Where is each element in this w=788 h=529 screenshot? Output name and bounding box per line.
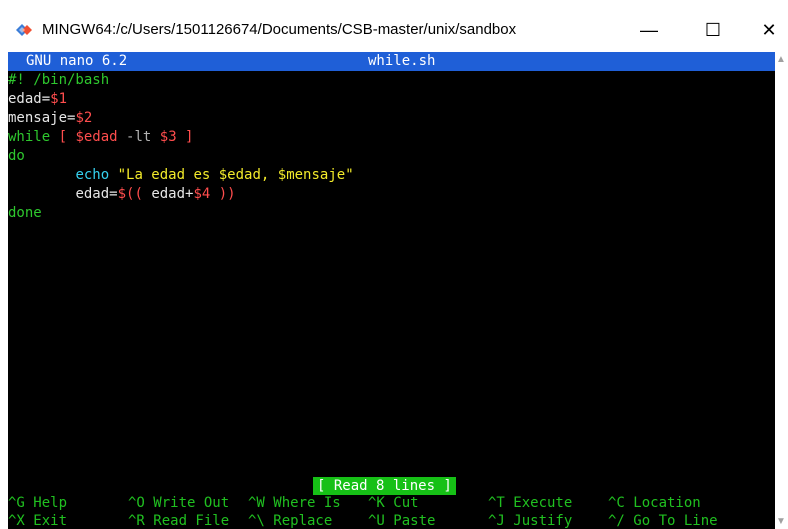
shortcut-label: Read File bbox=[144, 513, 230, 529]
shortcut-key: ^J bbox=[488, 513, 505, 529]
code-line: do bbox=[8, 147, 775, 166]
command-echo: echo bbox=[75, 167, 110, 183]
shortcut-label: Execute bbox=[504, 495, 573, 511]
bracket-close: ] bbox=[176, 129, 194, 145]
shortcut-replace[interactable]: ^\ Replace bbox=[248, 512, 332, 529]
shortcut-key: ^C bbox=[608, 495, 625, 511]
string-var-edad: $edad bbox=[218, 167, 261, 183]
scroll-down-arrow-icon[interactable]: ▼ bbox=[776, 516, 786, 527]
nano-header: GNU nano 6.2 while.sh bbox=[8, 52, 775, 71]
shortcut-key: ^O bbox=[128, 495, 145, 511]
nano-version: GNU nano 6.2 bbox=[26, 53, 128, 69]
string-end: " bbox=[345, 167, 354, 183]
keyword-do: do bbox=[8, 148, 25, 164]
code-line: while [ $edad -lt $3 ] bbox=[8, 128, 775, 147]
arith-expr: edad+ bbox=[151, 186, 194, 202]
shortcut-label: Help bbox=[24, 495, 68, 511]
scrollbar[interactable]: ▲ ▼ bbox=[775, 52, 788, 529]
window-title: MINGW64:/c/Users/1501126674/Documents/CS… bbox=[42, 21, 517, 38]
shortcut-location[interactable]: ^C Location bbox=[608, 494, 701, 512]
file-name: while.sh bbox=[368, 53, 436, 69]
shortcut-exit[interactable]: ^X Exit bbox=[8, 512, 67, 529]
arg-3: $3 bbox=[159, 129, 177, 145]
bracket-open: [ bbox=[50, 129, 76, 145]
shortcut-key: ^G bbox=[8, 495, 25, 511]
scroll-up-arrow-icon[interactable]: ▲ bbox=[776, 54, 786, 65]
title-bar[interactable]: MINGW64:/c/Users/1501126674/Documents/CS… bbox=[0, 0, 788, 47]
shortcut-help[interactable]: ^G Help bbox=[8, 494, 67, 512]
shortcut-label: Cut bbox=[384, 495, 419, 511]
shortcut-key: ^U bbox=[368, 513, 385, 529]
shortcut-label: Write Out bbox=[144, 495, 230, 511]
operator-lt: -lt bbox=[117, 129, 160, 145]
shortcut-label: Replace bbox=[264, 513, 333, 529]
string-part: , bbox=[260, 167, 278, 183]
code-line: #! /bin/bash bbox=[8, 71, 775, 90]
arg-1: $1 bbox=[50, 91, 68, 107]
code-line: mensaje=$2 bbox=[8, 109, 775, 128]
terminal-area[interactable]: GNU nano 6.2 while.sh #! /bin/bash edad=… bbox=[8, 52, 775, 529]
shortcut-cut[interactable]: ^K Cut bbox=[368, 494, 419, 512]
close-button[interactable]: ✕ bbox=[746, 13, 788, 47]
shortcut-key: ^K bbox=[368, 495, 385, 511]
shortcut-paste[interactable]: ^U Paste bbox=[368, 512, 435, 529]
code-line: edad=$(( edad+$4 )) bbox=[8, 185, 775, 204]
shortcut-justify[interactable]: ^J Justify bbox=[488, 512, 572, 529]
assign-edad: edad= bbox=[75, 186, 118, 202]
git-bash-icon bbox=[16, 24, 32, 36]
shortcut-key: ^T bbox=[488, 495, 505, 511]
minimize-button[interactable]: — bbox=[626, 13, 672, 47]
shortcut-write-out[interactable]: ^O Write Out bbox=[128, 494, 229, 512]
maximize-button[interactable]: ☐ bbox=[690, 13, 736, 47]
shortcut-label: Justify bbox=[504, 513, 573, 529]
editor-buffer[interactable]: #! /bin/bash edad=$1 mensaje=$2 while [ … bbox=[8, 71, 775, 223]
shortcut-bar: ^G Help ^O Write Out ^W Where Is ^K Cut … bbox=[8, 494, 775, 529]
shortcut-where-is[interactable]: ^W Where Is bbox=[248, 494, 341, 512]
shortcut-key: ^R bbox=[128, 513, 145, 529]
shortcut-go-to-line[interactable]: ^/ Go To Line bbox=[608, 512, 718, 529]
shortcut-key: ^W bbox=[248, 495, 265, 511]
assign-edad: edad= bbox=[8, 91, 51, 107]
shortcut-key: ^/ bbox=[608, 513, 625, 529]
shortcut-execute[interactable]: ^T Execute bbox=[488, 494, 572, 512]
keyword-while: while bbox=[8, 129, 51, 145]
code-line: done bbox=[8, 204, 775, 223]
shortcut-label: Location bbox=[624, 495, 701, 511]
shortcut-label: Where Is bbox=[264, 495, 341, 511]
arith-close: )) bbox=[210, 186, 236, 202]
assign-mensaje: mensaje= bbox=[8, 110, 76, 126]
code-line: echo "La edad es $edad, $mensaje" bbox=[8, 166, 775, 185]
string-var-mensaje: $mensaje bbox=[277, 167, 346, 183]
shortcut-key: ^\ bbox=[248, 513, 265, 529]
status-message: [ Read 8 lines ] bbox=[313, 477, 456, 495]
arg-4: $4 bbox=[193, 186, 211, 202]
keyword-done: done bbox=[8, 205, 42, 221]
terminal-window: MINGW64:/c/Users/1501126674/Documents/CS… bbox=[0, 0, 788, 529]
arg-2: $2 bbox=[75, 110, 93, 126]
shebang: #! /bin/bash bbox=[8, 72, 110, 88]
shortcut-key: ^X bbox=[8, 513, 25, 529]
string-part: "La edad es bbox=[117, 167, 219, 183]
arith-open: $(( bbox=[117, 186, 152, 202]
var-edad: $edad bbox=[75, 129, 118, 145]
shortcut-label: Go To Line bbox=[624, 513, 718, 529]
code-line: edad=$1 bbox=[8, 90, 775, 109]
shortcut-read-file[interactable]: ^R Read File bbox=[128, 512, 229, 529]
shortcut-label: Exit bbox=[24, 513, 68, 529]
shortcut-label: Paste bbox=[384, 513, 436, 529]
